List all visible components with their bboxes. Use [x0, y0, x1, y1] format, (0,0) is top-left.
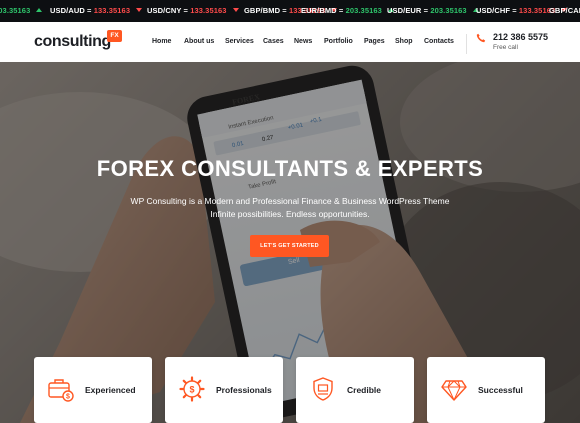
- nav-contacts[interactable]: Contacts: [424, 38, 454, 45]
- arrow-down-icon: [232, 8, 239, 12]
- feature-label: Credible: [347, 385, 382, 395]
- ticker-item: GBP/CAD: [549, 6, 580, 15]
- currency-ticker: 203.35163 USD/AUD = 133.35163 USD/CNY = …: [0, 0, 580, 22]
- ticker-item: 203.35163: [0, 6, 43, 15]
- gear-dollar-icon: $: [179, 376, 205, 402]
- hero-subtitle-line: Infinite possibilities. Endless opportun…: [210, 209, 370, 219]
- ticker-item: USD/CNY = 133.35163: [147, 6, 239, 15]
- nav-cases[interactable]: Cases: [263, 38, 284, 45]
- svg-text:$: $: [189, 385, 194, 395]
- site-header: consulting FX Home About us Services Cas…: [0, 22, 580, 62]
- nav-pages[interactable]: Pages: [364, 38, 385, 45]
- feature-label: Professionals: [216, 385, 272, 395]
- arrow-down-icon: [136, 8, 143, 12]
- feature-card-experienced[interactable]: $ Experienced: [34, 357, 152, 423]
- phone-number[interactable]: 212 386 5575: [493, 32, 548, 42]
- phone-icon: [476, 33, 486, 43]
- logo[interactable]: consulting: [34, 33, 111, 51]
- feature-card-professionals[interactable]: $ Professionals: [165, 357, 283, 423]
- phone-caption: Free call: [493, 44, 518, 51]
- diamond-icon: [441, 380, 467, 401]
- ticker-item: USD/AUD = 133.35163: [50, 6, 143, 15]
- header-divider: [466, 34, 467, 54]
- nav-services[interactable]: Services: [225, 38, 254, 45]
- arrow-up-icon: [36, 8, 43, 12]
- hero-subtitle: WP Consulting is a Modern and Profession…: [0, 195, 580, 221]
- ticker-item: USD/EUR = 203.35163: [387, 6, 479, 15]
- feature-card-successful[interactable]: Successful: [427, 357, 545, 423]
- hero-subtitle-line: WP Consulting is a Modern and Profession…: [130, 196, 450, 206]
- nav-shop[interactable]: Shop: [395, 38, 413, 45]
- nav-portfolio[interactable]: Portfolio: [324, 38, 353, 45]
- feature-label: Successful: [478, 385, 523, 395]
- nav-home[interactable]: Home: [152, 38, 171, 45]
- feature-label: Experienced: [85, 385, 136, 395]
- ticker-item: EUR/BMD = 203.35163: [301, 6, 394, 15]
- feature-card-credible[interactable]: Credible: [296, 357, 414, 423]
- svg-text:$: $: [66, 394, 70, 401]
- logo-badge: FX: [107, 30, 122, 42]
- hero-title: FOREX CONSULTANTS & EXPERTS: [96, 156, 484, 181]
- shield-badge-icon: [313, 377, 333, 401]
- get-started-button[interactable]: LET'S GET STARTED: [250, 235, 329, 257]
- briefcase-coins-icon: $: [48, 379, 74, 402]
- nav-news[interactable]: News: [294, 38, 312, 45]
- nav-about-us[interactable]: About us: [184, 38, 214, 45]
